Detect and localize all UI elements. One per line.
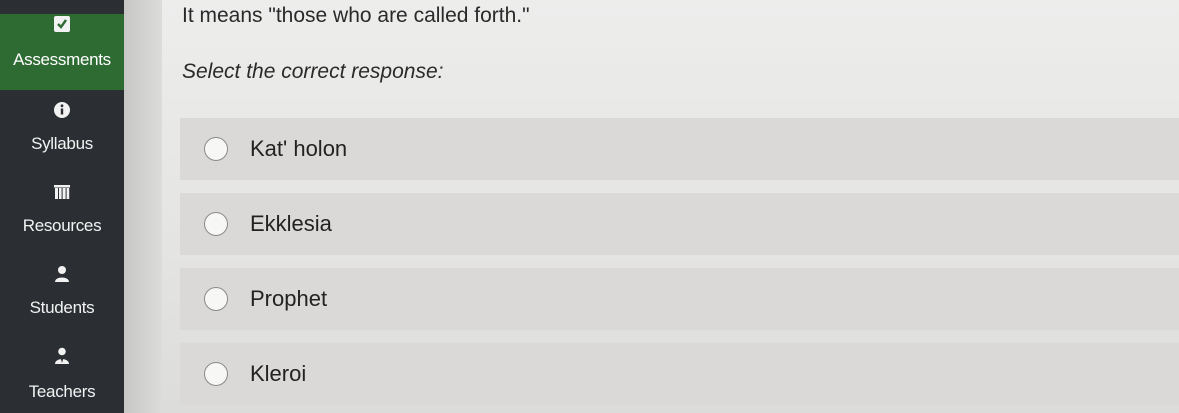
question-instruction: Select the correct response: bbox=[182, 60, 444, 83]
info-icon bbox=[54, 102, 70, 118]
question-panel: It means "those who are called forth." S… bbox=[162, 0, 1179, 413]
answer-option[interactable]: Kat' holon bbox=[180, 118, 1179, 180]
sidebar-item-assessments[interactable]: Assessments bbox=[0, 14, 124, 90]
radio-button[interactable] bbox=[204, 212, 228, 236]
sidebar: Assessments Syllabus Resources Students bbox=[0, 0, 124, 413]
sidebar-item-students[interactable]: Students bbox=[0, 264, 124, 324]
person-icon bbox=[55, 266, 69, 282]
answer-option[interactable]: Kleroi bbox=[180, 343, 1179, 405]
question-text: It means "those who are called forth." bbox=[182, 4, 530, 27]
radio-button[interactable] bbox=[204, 362, 228, 386]
answer-option[interactable]: Ekklesia bbox=[180, 193, 1179, 255]
answer-option-label: Kat' holon bbox=[250, 136, 348, 161]
answer-option-label: Prophet bbox=[250, 286, 328, 311]
sidebar-divider bbox=[124, 0, 162, 413]
teacher-icon bbox=[55, 347, 69, 364]
sidebar-item-label: Syllabus bbox=[31, 134, 93, 153]
sidebar-item-label: Teachers bbox=[28, 382, 96, 401]
sidebar-item-resources[interactable]: Resources bbox=[0, 182, 124, 242]
sidebar-item-syllabus[interactable]: Syllabus bbox=[0, 100, 124, 160]
books-icon bbox=[54, 185, 70, 199]
radio-button[interactable] bbox=[204, 287, 228, 311]
answer-option-label: Ekklesia bbox=[250, 211, 332, 236]
checkbox-icon bbox=[54, 16, 70, 32]
sidebar-item-label: Students bbox=[29, 298, 95, 317]
sidebar-item-teachers[interactable]: Teachers bbox=[0, 346, 124, 408]
answer-option[interactable]: Prophet bbox=[180, 268, 1179, 330]
answer-option-label: Kleroi bbox=[250, 361, 307, 386]
radio-button[interactable] bbox=[204, 137, 228, 161]
sidebar-item-label: Assessments bbox=[13, 50, 111, 69]
sidebar-item-label: Resources bbox=[22, 216, 102, 235]
